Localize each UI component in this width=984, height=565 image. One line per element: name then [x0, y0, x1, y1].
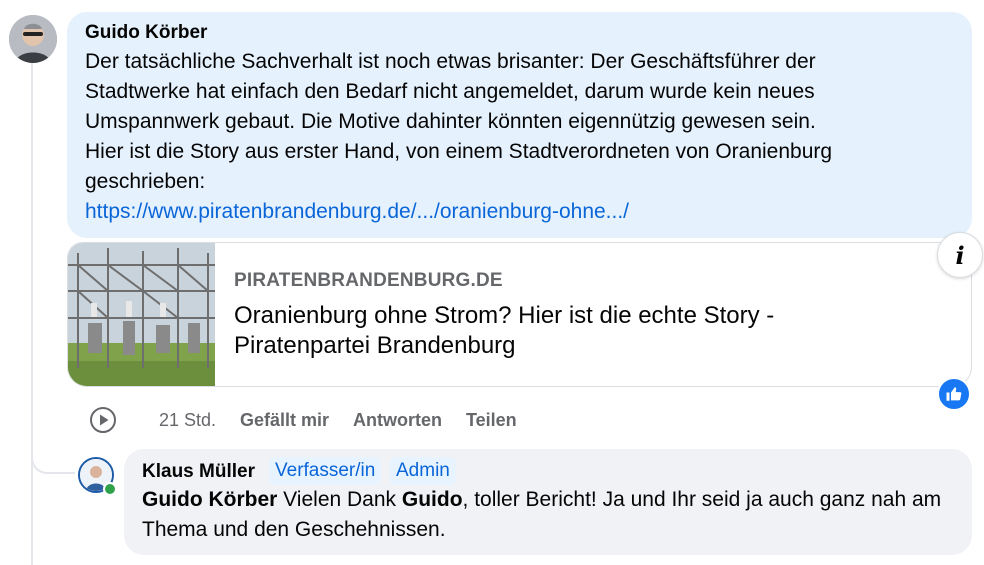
comment-line: Der tatsächliche Sachverhalt ist noch et…	[85, 50, 816, 73]
like-button[interactable]: Gefällt mir	[240, 410, 329, 434]
mention-link[interactable]: Guido Körber	[142, 488, 277, 511]
link-preview-image	[68, 243, 215, 386]
reply-button[interactable]: Antworten	[353, 410, 442, 434]
thread-connector	[31, 430, 75, 474]
comment-line: Hier ist die Story aus erster Hand, von …	[85, 140, 833, 163]
comment-line: Umspannwerk gebaut. Die Motive dahinter …	[85, 110, 816, 133]
thread-line	[31, 62, 33, 565]
comment-line: geschrieben:	[85, 170, 206, 193]
reply-author[interactable]: Klaus Müller	[142, 461, 255, 483]
info-icon[interactable]: i	[937, 232, 983, 278]
comment-timestamp[interactable]: 21 Std.	[159, 410, 216, 431]
link-preview-card[interactable]: PIRATENBRANDENBURG.DE Oranienburg ohne S…	[67, 242, 972, 387]
comment-text: Der tatsächliche Sachverhalt ist noch et…	[85, 47, 945, 227]
reply-text: Guido Körber Vielen Dank Guido, toller B…	[142, 485, 962, 545]
comment-author[interactable]: Guido Körber	[85, 22, 207, 44]
like-icon	[946, 387, 962, 401]
admin-badge: Admin	[390, 457, 456, 485]
online-status-indicator	[103, 482, 117, 496]
author-badge: Verfasser/in	[269, 457, 382, 485]
share-button[interactable]: Teilen	[466, 410, 517, 434]
avatar[interactable]	[9, 15, 57, 63]
like-reaction-badge[interactable]	[937, 377, 971, 411]
link-preview-domain: PIRATENBRANDENBURG.DE	[234, 270, 503, 291]
avatar-photo	[9, 15, 57, 63]
comment-link[interactable]: https://www.piratenbrandenburg.de/.../or…	[85, 197, 945, 227]
link-preview-title: Oranienburg ohne Strom? Hier ist die ech…	[234, 302, 775, 359]
reply-text-part: Vielen Dank	[277, 488, 402, 511]
play-icon[interactable]	[89, 406, 117, 434]
bold-name: Guido	[401, 488, 463, 511]
comment-line: Stadtwerke hat einfach den Bedarf nicht …	[85, 80, 815, 103]
